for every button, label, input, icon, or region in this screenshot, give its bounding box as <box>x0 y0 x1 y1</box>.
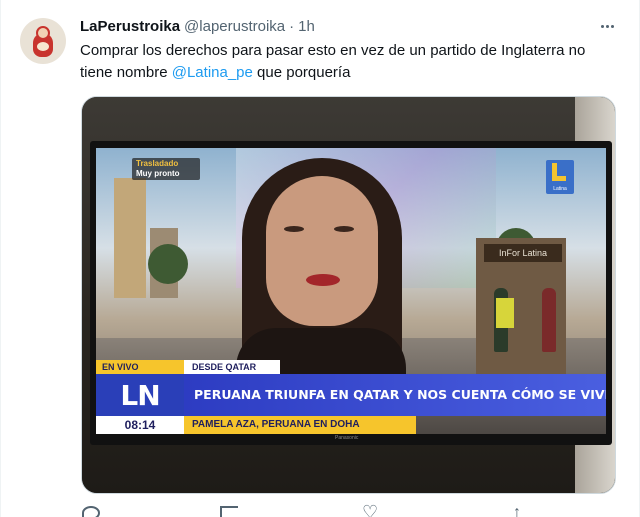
bystander <box>542 288 556 352</box>
tv-brand: Panasonic <box>335 435 359 441</box>
tweet-photo[interactable]: InFor Latina Trasladado Muy pronto Latin… <box>81 96 616 494</box>
tweet-header: LaPerustroika @laperustroika · 1h <box>80 16 315 36</box>
news-subline: PAMELA AZA, PERUANA EN DOHA <box>184 416 416 434</box>
left-border <box>0 0 1 517</box>
timestamp[interactable]: 1h <box>298 18 315 35</box>
upcoming-tag: Trasladado Muy pronto <box>132 158 200 180</box>
network-logo-text: LN <box>120 378 160 412</box>
channel-logo-mark <box>552 163 566 181</box>
broadcast-clock: 08:14 <box>96 416 184 434</box>
storefront-sign: InFor Latina <box>484 244 562 262</box>
reporter-lips <box>306 274 340 286</box>
user-handle[interactable]: @laperustroika <box>184 18 285 35</box>
share-icon[interactable] <box>510 504 528 517</box>
more-dot <box>610 24 614 28</box>
more-horizontal-icon[interactable] <box>596 16 618 36</box>
upcoming-tag-line2: Muy pronto <box>136 169 180 178</box>
reporter-eye <box>284 226 304 232</box>
channel-logo: Latina <box>546 160 574 194</box>
location-label: DESDE QATAR <box>184 360 280 374</box>
bystander-vest <box>496 298 514 328</box>
doll-face <box>37 42 49 51</box>
live-badge: EN VIVO <box>96 360 184 374</box>
lower-third: EN VIVO DESDE QATAR LN PERUANA TRIUNFA E… <box>96 360 606 434</box>
avatar[interactable] <box>20 18 66 64</box>
tweet-text: Comprar los derechos para pasar esto en … <box>80 40 620 84</box>
tweet-card[interactable]: LaPerustroika @laperustroika · 1h Compra… <box>0 0 640 517</box>
reporter-eye <box>334 226 354 232</box>
upcoming-tag-line1: Trasladado <box>136 159 179 168</box>
display-name[interactable]: LaPerustroika <box>80 18 180 35</box>
tweet-actions <box>80 502 620 517</box>
television: InFor Latina Trasladado Muy pronto Latin… <box>90 141 612 445</box>
reporter-face <box>266 176 378 326</box>
more-dot <box>600 24 604 28</box>
doll-head <box>36 26 50 40</box>
tweet-text-part: que porquería <box>252 64 351 81</box>
mention-link[interactable]: @Latina_pe <box>172 64 253 81</box>
heart-icon[interactable] <box>362 502 380 517</box>
separator-dot: · <box>289 17 295 35</box>
reply-icon[interactable] <box>82 506 100 517</box>
palm-tree <box>148 244 188 284</box>
more-dot <box>605 24 609 28</box>
network-logo: LN <box>96 374 184 416</box>
channel-logo-label: Latina <box>553 186 567 192</box>
retweet-icon[interactable] <box>220 506 238 517</box>
news-headline: PERUANA TRIUNFA EN QATAR Y NOS CUENTA CÓ… <box>184 374 606 416</box>
background-tower <box>114 178 146 298</box>
tv-screen: InFor Latina Trasladado Muy pronto Latin… <box>96 148 606 434</box>
